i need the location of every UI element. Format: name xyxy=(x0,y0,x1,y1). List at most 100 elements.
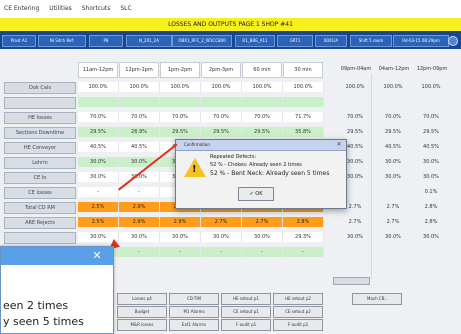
cd-tim-button[interactable]: CD-TIM xyxy=(169,293,219,305)
summary-cell xyxy=(374,247,412,257)
summary-cell: 70.0% xyxy=(385,114,401,120)
row-label[interactable]: ARE Rejects xyxy=(4,217,76,229)
summary-cell xyxy=(336,97,374,107)
table-cell: 35.8% xyxy=(283,127,324,137)
dialog-message-heading: Repeated Defects: xyxy=(210,154,257,160)
ce-setout-p1-button[interactable]: CE setout p1 xyxy=(221,306,271,318)
dialog-message-line: 52 % - Chokes: Already seen 2 times xyxy=(210,162,302,168)
table-cell: - xyxy=(78,187,119,197)
ce-setout-p2-button[interactable]: CE setout p2 xyxy=(273,306,323,318)
divider xyxy=(371,74,372,279)
row-label[interactable]: Lehrin xyxy=(4,157,76,169)
zoom-message-line: een 2 times xyxy=(3,299,69,312)
mr-losses-button[interactable]: M&R losses xyxy=(117,319,167,331)
table-cell: 29.5% xyxy=(160,127,201,137)
dialog-message-line: 52 % - Bent Neck: Already seen 5 times xyxy=(210,170,330,177)
ok-label: OK xyxy=(255,191,263,197)
zoom-callout: ✕ een 2 times y seen 5 times xyxy=(0,246,114,334)
table-cell: 70.0% xyxy=(78,112,119,122)
table-cell: - xyxy=(201,247,242,257)
table-cell: 2.5% xyxy=(78,202,119,212)
table-cell: 100.0% xyxy=(242,82,283,92)
row-label[interactable] xyxy=(4,232,76,244)
table-cell: - xyxy=(283,247,324,257)
table-cell: 100.0% xyxy=(283,82,324,92)
summary-cell xyxy=(374,187,412,197)
ext1-alarms-button[interactable]: Ext1 Alarms xyxy=(169,319,219,331)
summary-cell: 70.0% xyxy=(347,114,363,120)
table-cell: 2.7% xyxy=(201,217,242,227)
ok-button[interactable]: ✔ OK xyxy=(238,187,274,201)
table-cell: 29.5% xyxy=(201,127,242,137)
table-cell: 2.8% xyxy=(283,217,324,227)
summary-cell: 30.0% xyxy=(385,159,401,165)
summary-cell: 2.7% xyxy=(386,219,400,225)
summary-cell: 100.0% xyxy=(421,84,441,90)
table-cell: 100.0% xyxy=(201,82,242,92)
row-label[interactable]: Sections Downtime xyxy=(4,127,76,139)
table-cell: 70.0% xyxy=(242,112,283,122)
f-audit-p2-button[interactable]: F-audit p2 xyxy=(273,319,323,331)
table-cell xyxy=(119,97,160,107)
summary-cell: 30.0% xyxy=(423,159,439,165)
summary-cell: 70.0% xyxy=(423,114,439,120)
summary-cell: 2.7% xyxy=(386,204,400,210)
row-label[interactable]: HE Conveyor xyxy=(4,142,76,154)
close-icon[interactable]: ✕ xyxy=(89,249,105,263)
f-audit-p1-button[interactable]: F-audit p1 xyxy=(221,319,271,331)
summary-cell: 29.5% xyxy=(385,129,401,135)
table-cell: 29.3% xyxy=(283,232,324,242)
table-cell xyxy=(283,97,324,107)
summary-cell: 29.5% xyxy=(423,129,439,135)
losses-p4-button[interactable]: Losses p4 xyxy=(117,293,167,305)
summary-cell: 0.1% xyxy=(424,189,438,195)
table-cell: 71.7% xyxy=(283,112,324,122)
mach-cb-button[interactable]: Mach CB.. xyxy=(352,293,402,305)
row-label[interactable]: HE losses xyxy=(4,112,76,124)
he-setout-p1-button[interactable]: HE setout p1 xyxy=(221,293,271,305)
table-cell: 29.5% xyxy=(242,127,283,137)
table-cell: - xyxy=(119,187,160,197)
table-cell: 30.0% xyxy=(78,172,119,182)
table-cell xyxy=(201,97,242,107)
table-cell xyxy=(160,97,201,107)
table-cell: 26.9% xyxy=(119,127,160,137)
table-cell: - xyxy=(242,247,283,257)
table-cell: 100.0% xyxy=(160,82,201,92)
summary-cell xyxy=(336,247,374,257)
table-cell: 40.5% xyxy=(119,142,160,152)
he-setout-p2-button[interactable]: HE setout p2 xyxy=(273,293,323,305)
summary-cell xyxy=(412,97,450,107)
table-cell: 2.9% xyxy=(160,217,201,227)
row-label[interactable]: Total CD RM xyxy=(4,202,76,214)
summary-cell: 30.0% xyxy=(347,234,363,240)
table-cell: 30.0% xyxy=(160,232,201,242)
summary-cell xyxy=(374,97,412,107)
table-cell: 70.0% xyxy=(119,112,160,122)
m1-alarms-button[interactable]: M1 Alarms xyxy=(169,306,219,318)
row-label[interactable] xyxy=(4,97,76,109)
budget-button[interactable]: Budget xyxy=(117,306,167,318)
table-cell: 70.0% xyxy=(201,112,242,122)
close-icon[interactable]: ✕ xyxy=(335,141,343,149)
summary-cell: 29.5% xyxy=(347,129,363,135)
table-cell: 70.0% xyxy=(160,112,201,122)
summary-cell: 40.5% xyxy=(423,144,439,150)
row-label[interactable]: Dok Cals xyxy=(4,82,76,94)
check-icon: ✔ xyxy=(249,191,254,197)
table-cell: 100.0% xyxy=(78,82,119,92)
table-cell: 2.5% xyxy=(78,217,119,227)
table-cell: 100.0% xyxy=(119,82,160,92)
horizontal-scrollbar[interactable] xyxy=(333,277,370,285)
exclamation-icon: ! xyxy=(192,164,197,175)
table-cell: - xyxy=(160,247,201,257)
summary-cell: 100.0% xyxy=(383,84,403,90)
table-cell xyxy=(78,97,119,107)
summary-cell: 2.8% xyxy=(424,219,438,225)
summary-cell: 100.0% xyxy=(345,84,365,90)
row-label[interactable]: CE losses xyxy=(4,187,76,199)
dialog-title: Confirmation xyxy=(176,140,346,151)
table-cell: 2.7% xyxy=(242,217,283,227)
zoom-message-line: y seen 5 times xyxy=(3,315,84,328)
row-label[interactable]: CE In xyxy=(4,172,76,184)
